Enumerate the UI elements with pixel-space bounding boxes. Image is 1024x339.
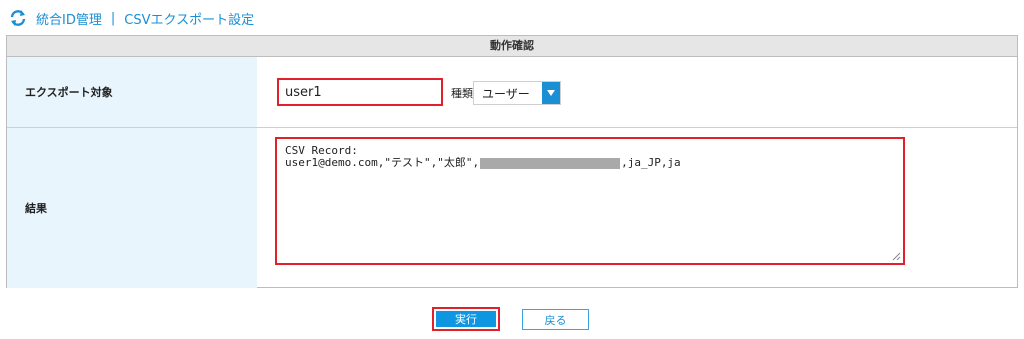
back-button[interactable]: 戻る bbox=[522, 309, 589, 330]
verification-panel: 動作確認 エクスポート対象 種類 ユーザー 結果 CSV Record: use… bbox=[6, 35, 1018, 288]
run-button[interactable]: 実行 bbox=[432, 307, 500, 331]
export-target-input[interactable] bbox=[277, 78, 443, 106]
kind-select[interactable]: ユーザー bbox=[473, 81, 561, 105]
result-textarea[interactable]: CSV Record: user1@demo.com,"テスト","太郎", ,j… bbox=[275, 137, 905, 265]
result-line-2: user1@demo.com,"テスト","太郎", ,ja_JP,ja bbox=[285, 157, 895, 169]
breadcrumb: 統合ID管理 | CSVエクスポート設定 bbox=[8, 6, 254, 30]
export-target-row: エクスポート対象 種類 ユーザー bbox=[7, 57, 1017, 128]
result-line-2-suffix: ,ja_JP,ja bbox=[621, 156, 681, 169]
result-line-2-prefix: user1@demo.com,"テスト","太郎", bbox=[285, 156, 480, 169]
refresh-icon[interactable] bbox=[8, 8, 28, 28]
redacted-block bbox=[480, 157, 621, 169]
breadcrumb-section[interactable]: 統合ID管理 bbox=[36, 9, 102, 28]
panel-title: 動作確認 bbox=[7, 36, 1017, 57]
kind-select-value: ユーザー bbox=[482, 86, 530, 101]
breadcrumb-separator: | bbox=[110, 10, 116, 26]
kind-label: 種類 bbox=[451, 87, 473, 100]
export-target-value-cell: 種類 ユーザー bbox=[257, 57, 1017, 127]
kind-select-toggle[interactable] bbox=[542, 82, 560, 104]
chevron-down-icon bbox=[547, 90, 555, 96]
resize-grip-icon[interactable] bbox=[892, 252, 901, 261]
result-value-cell: CSV Record: user1@demo.com,"テスト","太郎", ,j… bbox=[257, 128, 1017, 288]
result-row: 結果 CSV Record: user1@demo.com,"テスト","太郎"… bbox=[7, 128, 1017, 288]
breadcrumb-page: CSVエクスポート設定 bbox=[124, 12, 255, 28]
result-label: 結果 bbox=[7, 128, 257, 288]
export-target-label: エクスポート対象 bbox=[7, 57, 257, 127]
